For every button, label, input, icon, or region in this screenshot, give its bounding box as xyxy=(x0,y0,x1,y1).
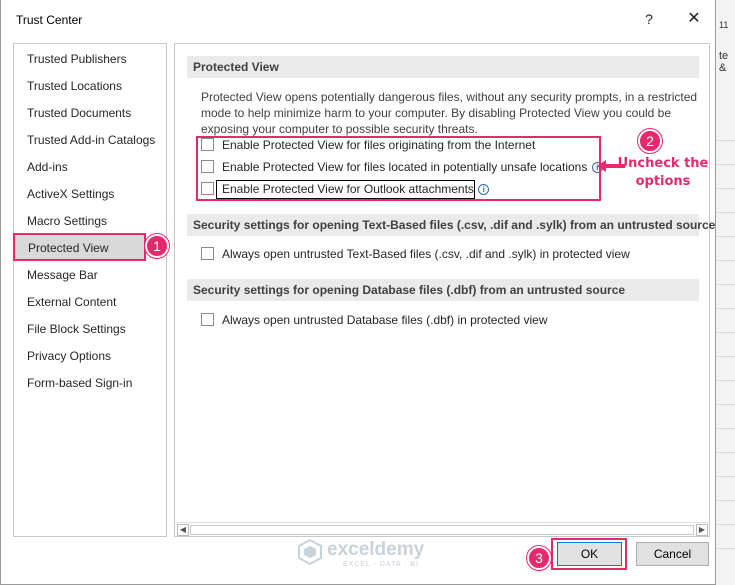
sidebar-item-addins[interactable]: Add-ins xyxy=(27,160,68,174)
option-text-based-files-label: Always open untrusted Text-Based files (… xyxy=(222,247,630,261)
dialog-title: Trust Center xyxy=(16,13,83,27)
sidebar-item-trusted-locations[interactable]: Trusted Locations xyxy=(27,79,122,93)
section-header-database: Security settings for opening Database f… xyxy=(187,279,699,301)
annotation-highlight-ok xyxy=(551,538,627,570)
annotation-badge-2: 2 xyxy=(637,128,663,154)
sidebar-item-protected-view[interactable]: Protected View xyxy=(13,233,146,261)
annotation-badge-3: 3 xyxy=(526,545,552,571)
sidebar-item-external-content[interactable]: External Content xyxy=(27,295,116,309)
sidebar-item-activex-settings[interactable]: ActiveX Settings xyxy=(27,187,114,201)
sidebar-item-macro-settings[interactable]: Macro Settings xyxy=(27,214,107,228)
background-sheet-right: 11 te & xyxy=(715,0,735,585)
trust-center-dialog: Trust Center ? ✕ Trusted Publishers Trus… xyxy=(0,0,716,585)
background-fragment: 11 xyxy=(719,20,729,30)
watermark-tagline: EXCEL · DATA · BI xyxy=(343,561,419,568)
horizontal-scrollbar[interactable]: ◀ ▶ xyxy=(175,522,709,536)
section-header-text-based: Security settings for opening Text-Based… xyxy=(187,214,715,236)
sidebar-item-message-bar[interactable]: Message Bar xyxy=(27,268,98,282)
sidebar-item-file-block-settings[interactable]: File Block Settings xyxy=(27,322,126,336)
option-database-files[interactable]: Always open untrusted Database files (.d… xyxy=(201,313,548,329)
watermark-name: exceldemy xyxy=(327,539,425,560)
scroll-left-icon[interactable]: ◀ xyxy=(177,524,189,536)
annotation-outline-outlook xyxy=(216,180,475,199)
option-database-files-label: Always open untrusted Database files (.d… xyxy=(222,313,548,327)
annotation-note: Uncheck the options xyxy=(617,156,709,189)
sidebar-item-privacy-options[interactable]: Privacy Options xyxy=(27,349,111,363)
sidebar-item-form-based-sign-in[interactable]: Form-based Sign-in xyxy=(27,376,132,390)
cancel-button[interactable]: Cancel xyxy=(636,542,709,566)
option-text-based-files[interactable]: Always open untrusted Text-Based files (… xyxy=(201,247,630,263)
protected-view-description: Protected View opens potentially dangero… xyxy=(201,90,698,136)
section-header-protected-view: Protected View xyxy=(187,56,699,78)
exceldemy-logo-icon xyxy=(298,539,322,565)
scroll-right-icon[interactable]: ▶ xyxy=(696,524,708,536)
checkbox-database-files[interactable] xyxy=(201,313,214,326)
background-fragment-text: te & xyxy=(719,50,729,74)
settings-panel: Protected View Protected View opens pote… xyxy=(174,43,715,537)
sidebar-nav: Trusted Publishers Trusted Locations Tru… xyxy=(13,43,167,537)
sidebar-item-trusted-publishers[interactable]: Trusted Publishers xyxy=(27,52,127,66)
checkbox-text-based-files[interactable] xyxy=(201,247,214,260)
scrollbar-thumb[interactable] xyxy=(190,525,694,535)
annotation-badge-1: 1 xyxy=(144,233,170,259)
sidebar-item-trusted-addin-catalogs[interactable]: Trusted Add-in Catalogs xyxy=(27,133,155,147)
sidebar-item-trusted-documents[interactable]: Trusted Documents xyxy=(27,106,131,120)
help-button[interactable]: ? xyxy=(639,9,659,29)
close-button[interactable]: ✕ xyxy=(684,9,704,29)
